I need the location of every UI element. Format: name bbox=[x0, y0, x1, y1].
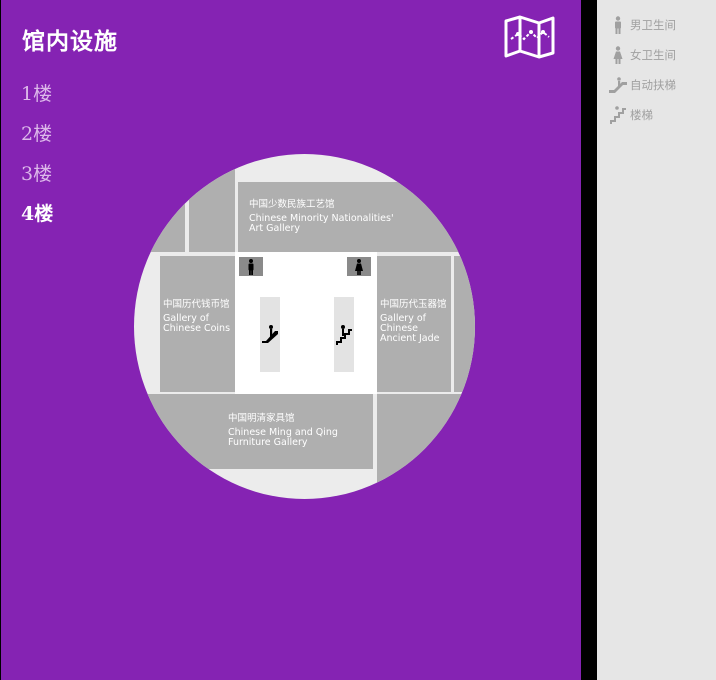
female-restroom-icon bbox=[355, 259, 363, 275]
panel-divider bbox=[581, 0, 597, 680]
map-block-top-left-a bbox=[134, 200, 185, 252]
male-restroom-icon bbox=[248, 259, 254, 275]
female-restroom[interactable] bbox=[347, 257, 371, 276]
legend-label-stairs: 楼梯 bbox=[630, 108, 653, 122]
legend-item-female-restroom: 女卫生间 bbox=[609, 45, 676, 65]
room-ming-qing-furniture-en-2: Furniture Gallery bbox=[228, 437, 308, 448]
room-chinese-coins-cn: 中国历代钱币馆 bbox=[163, 299, 230, 310]
stairs-icon bbox=[336, 325, 352, 345]
map-block-top-right bbox=[371, 154, 475, 182]
room-ancient-jade[interactable]: 中国历代玉器馆 Gallery of Chinese Ancient Jade bbox=[377, 256, 451, 392]
male-restroom-icon bbox=[609, 16, 627, 34]
room-ancient-jade-en-3: Ancient Jade bbox=[380, 333, 440, 344]
room-minority-art-gallery-cn: 中国少数民族工艺馆 bbox=[249, 199, 335, 210]
room-chinese-coins[interactable]: 中国历代钱币馆 Gallery of Chinese Coins bbox=[160, 256, 235, 392]
legend-panel: 男卫生间 女卫生间 自动扶梯 楼梯 bbox=[597, 0, 716, 680]
room-ancient-jade-cn: 中国历代玉器馆 bbox=[380, 299, 447, 310]
room-minority-art-gallery-en-2: Art Gallery bbox=[249, 223, 300, 234]
male-restroom[interactable] bbox=[239, 257, 263, 276]
legend-item-male-restroom: 男卫生间 bbox=[609, 15, 676, 35]
female-restroom-icon bbox=[609, 46, 627, 64]
room-chinese-coins-en-2: Chinese Coins bbox=[163, 323, 231, 334]
legend-item-escalator: 自动扶梯 bbox=[609, 75, 676, 95]
floor-item-4[interactable]: 4楼 bbox=[21, 200, 53, 240]
room-ming-qing-furniture[interactable]: 中国明清家具馆 Chinese Ming and Qing Furniture … bbox=[134, 394, 373, 469]
floor-item-2[interactable]: 2楼 bbox=[21, 120, 53, 160]
page-title: 馆内设施 bbox=[22, 28, 118, 55]
stairs-icon bbox=[609, 106, 627, 124]
escalator-icon bbox=[609, 76, 627, 94]
floor-list: 1楼 2楼 3楼 4楼 bbox=[21, 80, 53, 240]
escalator[interactable] bbox=[260, 297, 280, 372]
room-minority-art-gallery[interactable]: 中国少数民族工艺馆 Chinese Minority Nationalities… bbox=[238, 182, 459, 252]
legend-label-male-restroom: 男卫生间 bbox=[630, 18, 676, 32]
map-icon[interactable] bbox=[504, 15, 555, 59]
room-ming-qing-furniture-cn: 中国明清家具馆 bbox=[228, 413, 295, 424]
floor-item-1[interactable]: 1楼 bbox=[21, 80, 53, 120]
map-block-bottom-right bbox=[377, 394, 475, 499]
map-block-top-left-b bbox=[189, 166, 235, 252]
legend-item-stairs: 楼梯 bbox=[609, 105, 653, 125]
floor-map: 中国少数民族工艺馆 Chinese Minority Nationalities… bbox=[134, 154, 475, 499]
legend-label-female-restroom: 女卫生间 bbox=[630, 48, 676, 62]
main-panel: 馆内设施 1楼 2楼 3楼 4楼 中国少数民族工艺馆 Chinese Minor… bbox=[1, 0, 581, 680]
floor-item-3[interactable]: 3楼 bbox=[21, 160, 53, 200]
legend-label-escalator: 自动扶梯 bbox=[630, 78, 676, 92]
escalator-icon bbox=[262, 325, 278, 343]
map-block-right-edge bbox=[454, 256, 475, 392]
stairs[interactable] bbox=[334, 297, 354, 372]
